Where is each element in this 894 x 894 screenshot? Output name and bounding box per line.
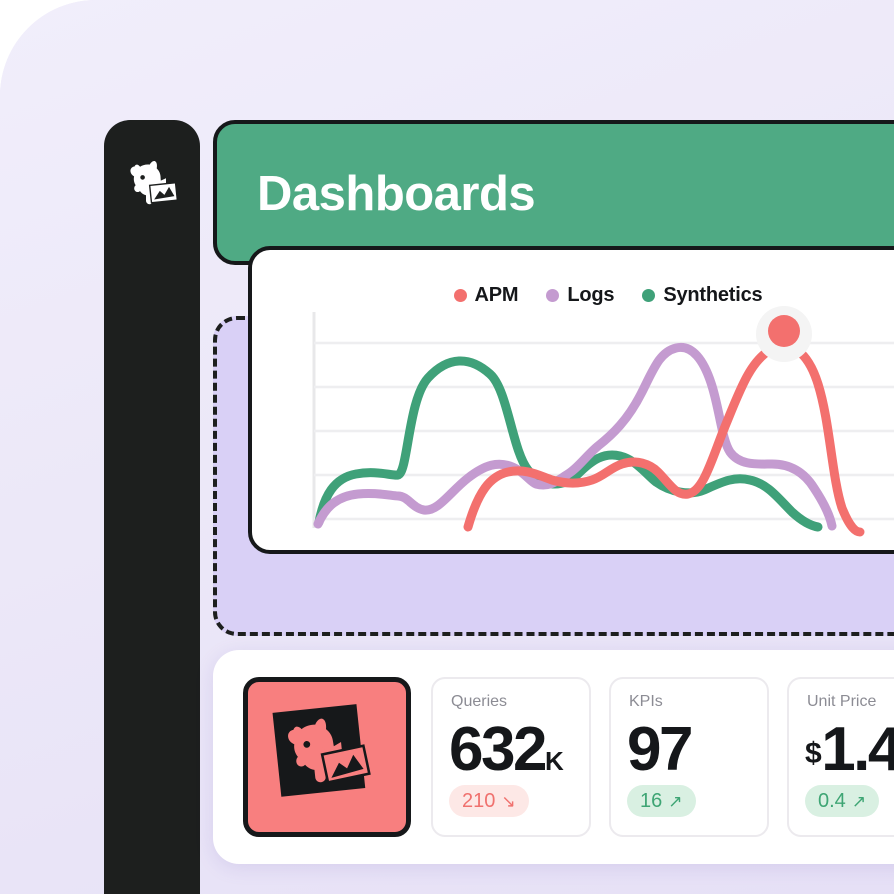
- chart-line-logs: [313, 342, 837, 531]
- stat-delta-badge: 210 ↘: [449, 785, 529, 817]
- stat-value: 632 K: [449, 711, 564, 789]
- stat-delta-value: 0.4: [818, 789, 846, 812]
- page-header: Dashboards: [213, 120, 894, 265]
- chart-plot: [312, 306, 894, 537]
- stat-label: Unit Price: [807, 693, 877, 710]
- chart-marker-apm[interactable]: [756, 306, 812, 362]
- stat-card-kpis[interactable]: KPIs 97 16 ↗: [609, 677, 769, 837]
- stat-delta-badge: 0.4 ↗: [805, 785, 880, 817]
- datadog-logo-tile[interactable]: [243, 677, 411, 837]
- stat-card-queries[interactable]: Queries 632 K 210 ↘: [431, 677, 591, 837]
- stat-value: 97: [627, 711, 693, 789]
- stat-delta-value: 16: [640, 789, 663, 812]
- chart-marker-dot: [768, 315, 800, 347]
- stat-number: 1.43: [821, 715, 894, 784]
- stat-number: 632: [449, 715, 547, 784]
- chart-widget-card[interactable]: APM Logs Synthetics: [248, 246, 894, 554]
- stat-currency: $: [805, 736, 822, 770]
- stat-delta-value: 210: [462, 789, 496, 812]
- sidebar-rail: [104, 120, 200, 894]
- page-title: Dashboards: [257, 167, 536, 221]
- arrow-up-icon: ↗: [668, 791, 683, 811]
- stat-value: $ 1.43: [805, 711, 894, 789]
- datadog-dog-icon[interactable]: [120, 150, 184, 214]
- arrow-up-icon: ↗: [851, 791, 867, 811]
- stat-tiles: Queries 632 K 210 ↘ KPIs 97 16 ↗ Unit Pr…: [431, 677, 894, 837]
- stat-unit: K: [544, 746, 564, 776]
- stat-delta-badge: 16 ↗: [627, 785, 696, 817]
- datadog-dog-icon: [272, 704, 371, 797]
- screenshot-root: Dashboards APM Logs Synthetics Queries 6…: [0, 0, 894, 894]
- stat-label: KPIs: [629, 693, 663, 710]
- stat-number: 97: [627, 715, 693, 784]
- stat-card-unit-price[interactable]: Unit Price $ 1.43 0.4 ↗: [787, 677, 894, 837]
- stats-panel: Queries 632 K 210 ↘ KPIs 97 16 ↗ Unit Pr…: [213, 650, 894, 864]
- stat-label: Queries: [451, 693, 508, 710]
- arrow-down-icon: ↘: [501, 791, 516, 811]
- chart-line-apm: [463, 341, 865, 537]
